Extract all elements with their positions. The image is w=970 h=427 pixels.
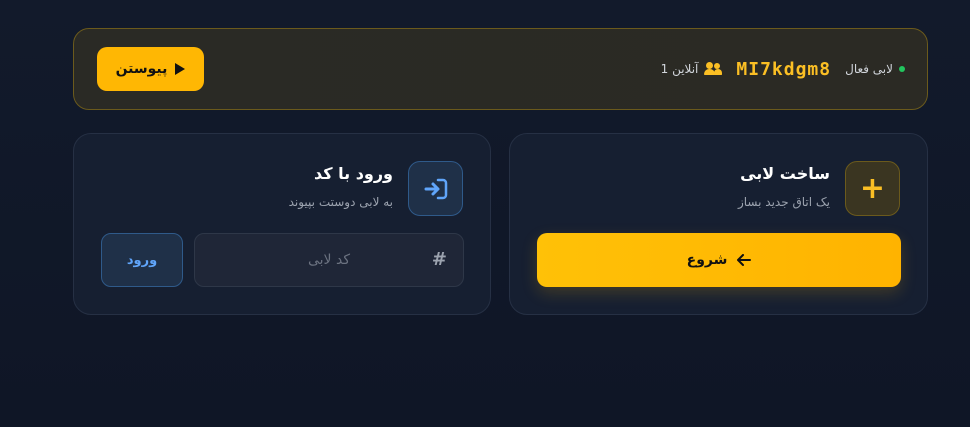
lobby-code-input[interactable] — [195, 234, 463, 286]
online-count: 1 آنلاین — [661, 62, 723, 76]
join-lobby-button[interactable]: پیوستن — [97, 47, 204, 91]
play-icon — [175, 63, 186, 75]
lobby-status: لابی فعال — [845, 62, 905, 76]
lobby-code-field: # — [194, 233, 464, 287]
join-with-code-card: ورود با کد به لابی دوستت بپیوند # ورود — [73, 133, 491, 315]
start-button-label: شروع — [686, 252, 728, 268]
join-with-code-title: ورود با کد — [313, 164, 393, 183]
status-dot-icon — [899, 66, 905, 72]
lobby-status-label: لابی فعال — [845, 62, 893, 76]
arrow-left-icon — [737, 254, 752, 266]
join-lobby-label: پیوستن — [115, 61, 168, 77]
hash-icon: # — [431, 249, 447, 270]
sign-in-icon — [408, 161, 463, 216]
create-lobby-card: + ساخت لابی یک اتاق جدید بساز شروع — [509, 133, 928, 315]
plus-icon: + — [845, 161, 900, 216]
join-with-code-subtitle: به لابی دوستت بپیوند — [288, 195, 393, 209]
create-lobby-title: ساخت لابی — [740, 164, 830, 183]
lobby-info: 1 آنلاین MI7kdgm8 لابی فعال — [661, 29, 905, 109]
lobby-code: MI7kdgm8 — [736, 58, 832, 80]
start-button[interactable]: شروع — [537, 233, 901, 287]
create-lobby-subtitle: یک اتاق جدید بساز — [737, 195, 830, 209]
users-icon — [704, 62, 723, 76]
enter-button[interactable]: ورود — [101, 233, 183, 287]
active-lobby-banner: پیوستن 1 آنلاین MI7kdgm8 لابی فعال — [73, 28, 928, 110]
online-count-label: 1 آنلاین — [660, 62, 699, 76]
